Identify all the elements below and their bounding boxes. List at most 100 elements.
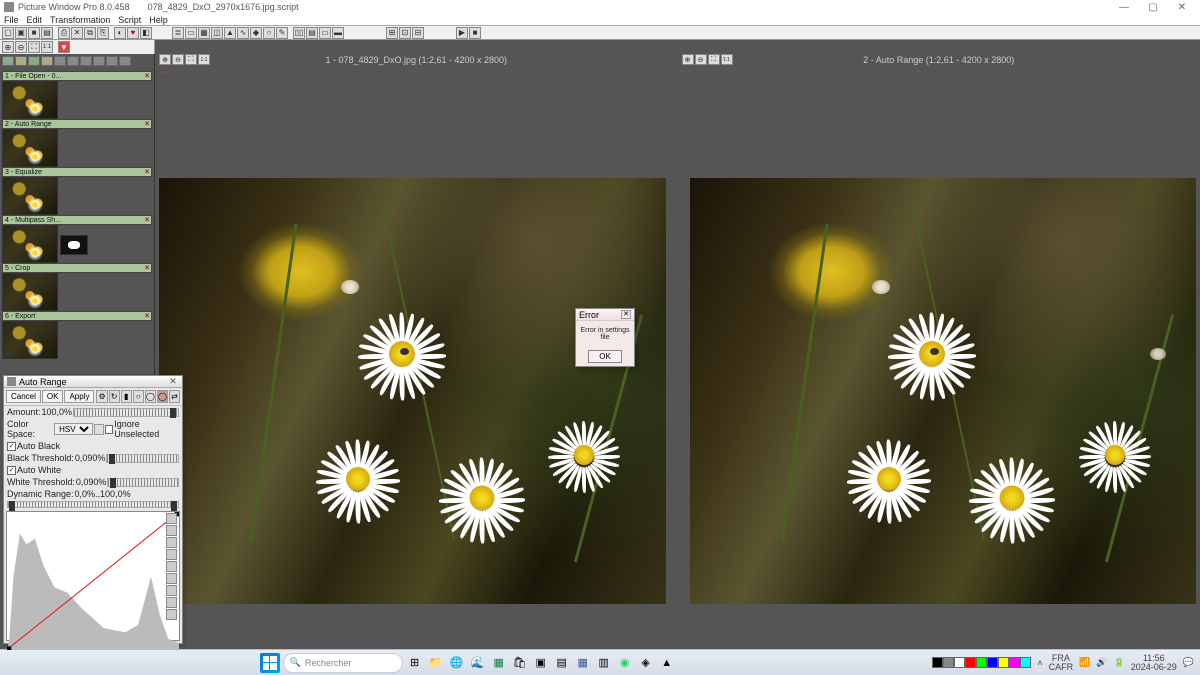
zoom-11-icon[interactable]: 1:1 (41, 41, 53, 53)
apply-button[interactable]: Apply (64, 390, 94, 403)
histo-tool-3[interactable] (166, 537, 177, 548)
zoom-fit-icon[interactable]: ⛶ (28, 41, 40, 53)
play-icon[interactable]: ▶ (456, 27, 468, 39)
grid2-icon[interactable]: ⊞ (386, 27, 398, 39)
dynamic-range-slider[interactable] (7, 501, 179, 508)
folder-icon[interactable]: ▤ (41, 27, 53, 39)
sidebar-tool-9[interactable] (106, 56, 118, 66)
thumb-image-4[interactable] (2, 273, 58, 311)
zoom-in-left-icon[interactable]: ⊕ (159, 54, 171, 65)
menu-transformation[interactable]: Transformation (50, 15, 110, 25)
taskbar-search[interactable]: 🔍 Rechercher (283, 653, 403, 673)
histo-tool-1[interactable] (166, 513, 177, 524)
levels-icon[interactable]: ▲ (224, 27, 236, 39)
ignore-unselected-checkbox[interactable] (105, 425, 113, 434)
app2-icon[interactable]: ▤ (553, 654, 571, 672)
menu-edit[interactable]: Edit (27, 15, 43, 25)
auto-range-close-icon[interactable]: ✕ (167, 376, 179, 387)
pw-icon[interactable]: ▲ (658, 654, 676, 672)
error-ok-button[interactable]: OK (588, 350, 622, 363)
color-swatches[interactable] (932, 657, 1031, 668)
store-icon[interactable]: 🛍 (511, 654, 529, 672)
open-icon[interactable]: ▣ (15, 27, 27, 39)
tray-chevron-icon[interactable]: ˄ (1037, 658, 1042, 668)
circle1-icon[interactable]: ○ (133, 390, 144, 403)
colorspace-select[interactable]: HSV (54, 423, 93, 435)
error-close-icon[interactable]: ✕ (621, 310, 631, 319)
system-tray[interactable]: ˄ FRA CAFR 📶 🔊 🔋 11:56 2024-06-29 💬 (932, 654, 1194, 672)
layout2-icon[interactable]: ▬ (332, 27, 344, 39)
zoom-in-icon[interactable]: ⊕ (2, 41, 14, 53)
tool-icon[interactable]: ◧ (140, 27, 152, 39)
sidebar-tool-3[interactable] (28, 56, 40, 66)
histogram-icon[interactable]: ◫ (211, 27, 223, 39)
histo-tool-9[interactable] (166, 609, 177, 620)
settings-icon[interactable]: ⚙ (96, 390, 107, 403)
app4-icon[interactable]: ◈ (637, 654, 655, 672)
sidebar-tool-8[interactable] (93, 56, 105, 66)
ruler-icon[interactable]: ▭ (185, 27, 197, 39)
histo-tool-2[interactable] (166, 525, 177, 536)
sidebar-tool-6[interactable] (67, 56, 79, 66)
sidebar-tool-5[interactable] (54, 56, 66, 66)
sidebar-tool-7[interactable] (80, 56, 92, 66)
error-dialog-title[interactable]: Error ✕ (576, 309, 634, 321)
whatsapp-icon[interactable]: ◉ (616, 654, 634, 672)
start-button[interactable] (260, 653, 280, 673)
auto-white-checkbox[interactable]: ✓ (7, 466, 16, 475)
sidebar-tool-4[interactable] (41, 56, 53, 66)
menu-help[interactable]: Help (149, 15, 168, 25)
sidebar-tool-2[interactable] (15, 56, 27, 66)
window-icon[interactable]: ⊡ (399, 27, 411, 39)
thumb-image-3[interactable] (2, 225, 58, 263)
cancel-button[interactable]: Cancel (6, 390, 41, 403)
paste-icon[interactable]: ⎘ (97, 27, 109, 39)
image-right[interactable] (690, 178, 1197, 604)
edge-icon[interactable]: 🌊 (469, 654, 487, 672)
color-picker-icon[interactable]: ◐ (114, 27, 126, 39)
split-v-icon[interactable]: ▯▯ (293, 27, 305, 39)
excel-icon[interactable]: ▦ (490, 654, 508, 672)
red-stop-icon[interactable]: ▼ (58, 41, 70, 53)
copy-icon[interactable]: ⧉ (84, 27, 96, 39)
thumb-header-3[interactable]: 4 - Multipass Sh...✕ (2, 215, 152, 225)
zoom-11-left-icon[interactable]: 1:1 (198, 54, 210, 65)
pen-icon[interactable]: ✎ (276, 27, 288, 39)
mode-icon[interactable]: ▮ (121, 390, 132, 403)
black-threshold-slider[interactable] (106, 454, 179, 463)
swap-icon[interactable]: ⇄ (169, 390, 180, 403)
layout1-icon[interactable]: ▭ (319, 27, 331, 39)
refresh-icon[interactable]: ↻ (109, 390, 120, 403)
histo-tool-7[interactable] (166, 585, 177, 596)
app1-icon[interactable]: ▣ (532, 654, 550, 672)
chrome-icon[interactable]: 🌐 (448, 654, 466, 672)
sidebar-tool-10[interactable] (119, 56, 131, 66)
thumb-header-0[interactable]: 1 - File Open - 0...✕ (2, 71, 152, 81)
zoom-out-left-icon[interactable]: ⊖ (172, 54, 184, 65)
histo-tool-4[interactable] (166, 549, 177, 560)
zoom-11-right-icon[interactable]: 1:1 (721, 54, 733, 65)
save-icon[interactable]: ■ (28, 27, 40, 39)
window-close[interactable]: ✕ (1168, 2, 1196, 13)
histo-tool-5[interactable] (166, 561, 177, 572)
zoom-fit-right-icon[interactable]: ⛶ (708, 54, 720, 65)
zoom-fit-left-icon[interactable]: ⛶ (185, 54, 197, 65)
thumb-image-2[interactable] (2, 177, 58, 215)
zoom-out-icon[interactable]: ⊖ (15, 41, 27, 53)
thumb-image-1[interactable] (2, 129, 58, 167)
window2-icon[interactable]: ⊟ (412, 27, 424, 39)
thumb-image-5[interactable] (2, 321, 58, 359)
histo-tool-6[interactable] (166, 573, 177, 584)
ok-button[interactable]: OK (42, 390, 64, 403)
menu-script[interactable]: Script (118, 15, 141, 25)
tray-date[interactable]: 2024-06-29 (1131, 663, 1177, 672)
amount-slider[interactable] (73, 408, 179, 417)
colorspace-swatch[interactable] (94, 424, 104, 435)
zoom-out-right-icon[interactable]: ⊖ (695, 54, 707, 65)
grid-icon[interactable]: ▦ (198, 27, 210, 39)
heart-icon[interactable]: ♥ (127, 27, 139, 39)
stop-icon[interactable]: ■ (469, 27, 481, 39)
split-h-icon[interactable]: ▤ (306, 27, 318, 39)
histogram[interactable] (6, 511, 180, 641)
battery-icon[interactable]: 🔋 (1114, 657, 1125, 668)
